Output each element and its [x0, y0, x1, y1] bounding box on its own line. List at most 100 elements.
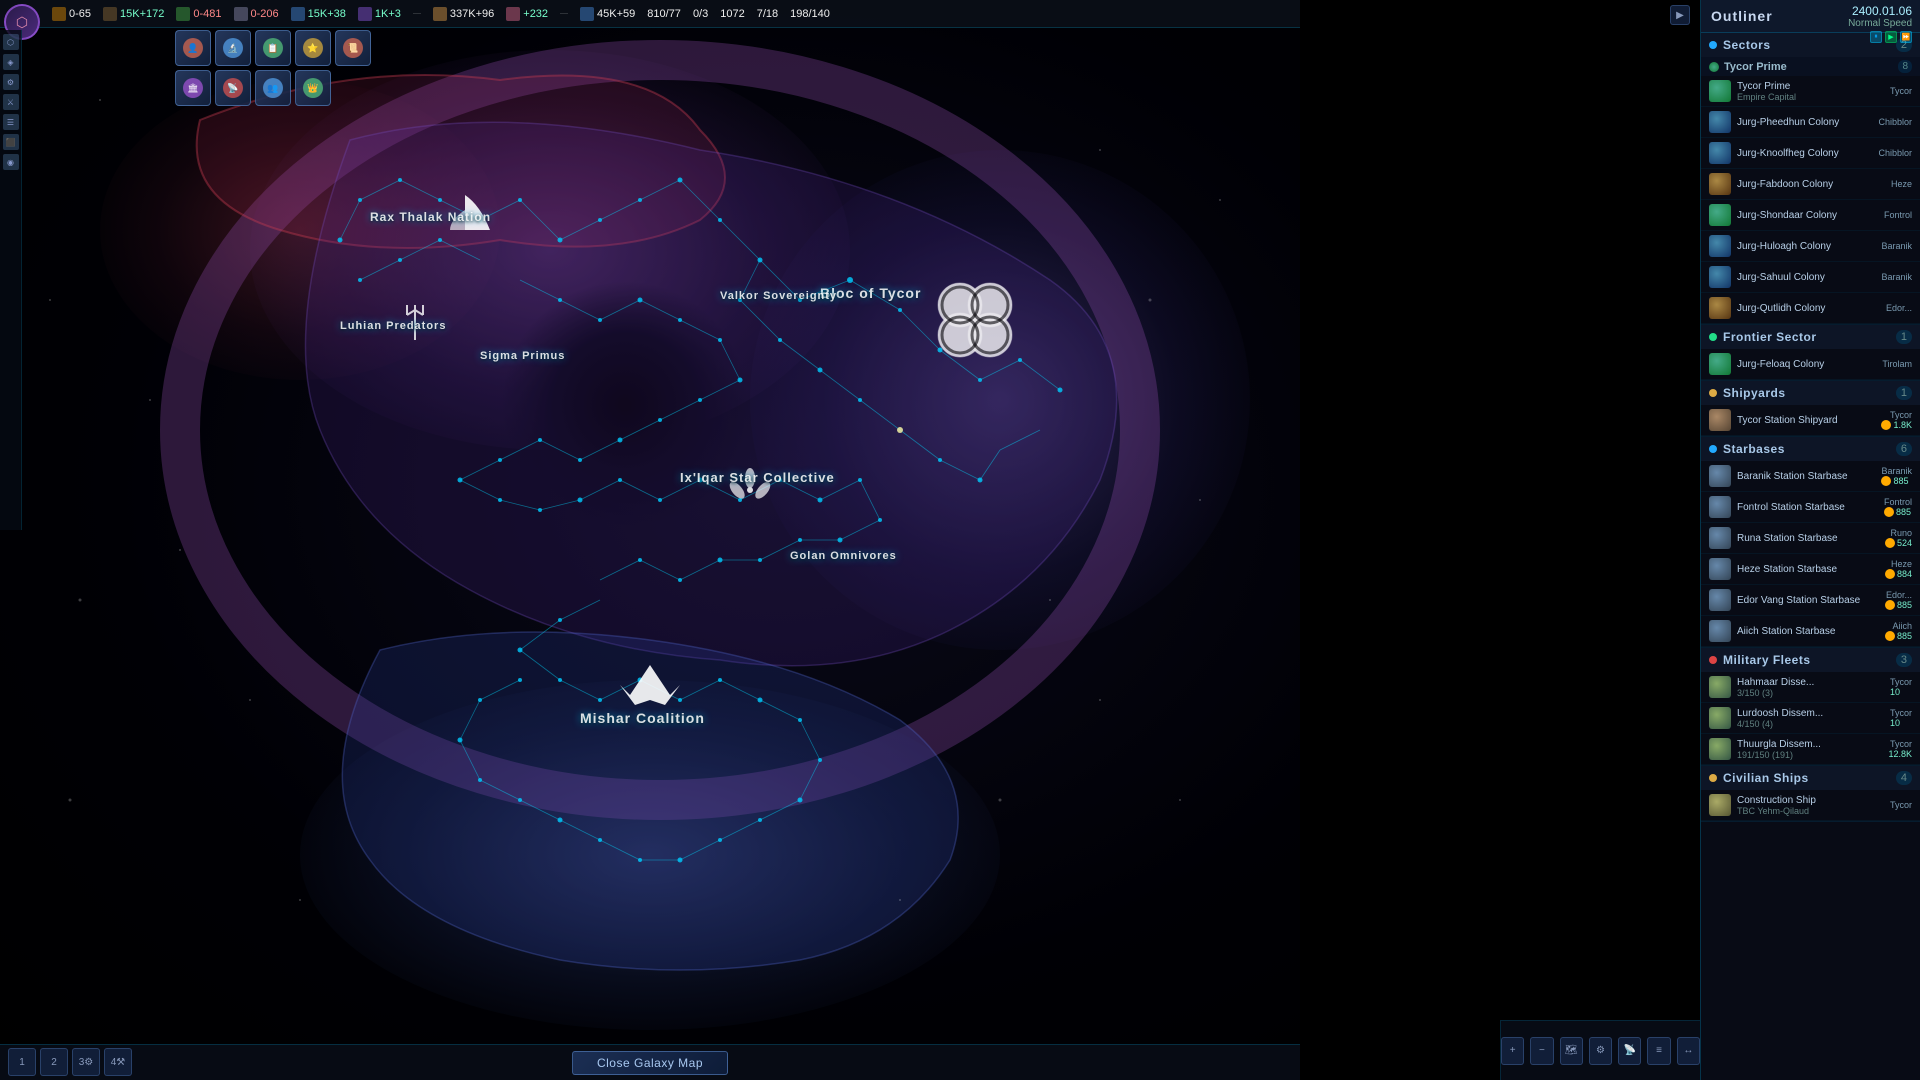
action-btn-policies[interactable]: 📋: [255, 30, 291, 66]
resource-alloys: 15K+38: [291, 7, 346, 21]
jurg-fabdoon-location: Heze: [1891, 179, 1912, 189]
action-btn-contacts[interactable]: 📡: [215, 70, 251, 106]
map-view-btn-2[interactable]: 2: [40, 1048, 68, 1076]
action-btn-empire[interactable]: 🏛: [175, 70, 211, 106]
resource-minerals: 15K+172: [103, 7, 164, 21]
jurg-qutlidh-icon: [1709, 297, 1731, 319]
toolbar-icon-6[interactable]: ⬛: [3, 134, 19, 150]
minimap-zoom-out[interactable]: −: [1530, 1037, 1553, 1065]
tycor-prime-subheader[interactable]: Tycor Prime 8: [1701, 57, 1920, 76]
frontier-dot: [1709, 333, 1717, 341]
toolbar-icon-7[interactable]: ◉: [3, 154, 19, 170]
tycor-shipyard-right: Tycor 1.8K: [1881, 410, 1912, 430]
close-galaxy-map-button[interactable]: Close Galaxy Map: [572, 1051, 728, 1075]
expand-btn[interactable]: ↔: [1677, 1037, 1700, 1065]
outliner-item-tycor-prime-capital[interactable]: Tycor Prime Empire Capital Tycor: [1701, 76, 1920, 107]
outliner-item-thuurgla[interactable]: Thuurgla Dissem... 191/150 (191) Tycor 1…: [1701, 734, 1920, 765]
action-btn-population[interactable]: 👤: [175, 30, 211, 66]
outliner-item-jurg-knoolfheg[interactable]: Jurg-Knoolfheg Colony Chibblor: [1701, 138, 1920, 169]
outliner-item-jurg-sahuul[interactable]: Jurg-Sahuul Colony Baranik: [1701, 262, 1920, 293]
jurg-sahuul-icon: [1709, 266, 1731, 288]
outliner-item-jurg-feloaq[interactable]: Jurg-Feloaq Colony Tirolam: [1701, 349, 1920, 380]
resource-fleets-count: 0/3: [693, 8, 708, 20]
speed-display: Normal Speed: [1848, 18, 1912, 29]
tycor-prime-capital-info: Tycor Prime Empire Capital: [1737, 81, 1884, 102]
action-btn-leaders[interactable]: 👑: [295, 70, 331, 106]
contacts-btn[interactable]: 📡: [1618, 1037, 1641, 1065]
heze-station-right: Heze 884: [1885, 559, 1912, 579]
energy-icon: [52, 7, 66, 21]
leaders-icon: 👑: [303, 78, 323, 98]
outliner-item-runa-station[interactable]: Runa Station Starbase Runo 524: [1701, 523, 1920, 554]
outliner-item-jurg-shondaar[interactable]: Jurg-Shondaar Colony Fontrol: [1701, 200, 1920, 231]
outliner-item-jurg-huloagh[interactable]: Jurg-Huloagh Colony Baranik: [1701, 231, 1920, 262]
influence-value: +232: [523, 8, 548, 20]
toolbar-icon-5[interactable]: ☰: [3, 114, 19, 130]
outliner-item-fontrol-station[interactable]: Fontrol Station Starbase Fontrol 885: [1701, 492, 1920, 523]
jurg-knoolfheg-name: Jurg-Knoolfheg Colony: [1737, 148, 1872, 159]
military-dot: [1709, 656, 1717, 664]
jurg-feloaq-info: Jurg-Feloaq Colony: [1737, 359, 1876, 370]
speed-pause-btn[interactable]: ⏸: [1870, 31, 1882, 43]
starbases-count: 6: [1896, 442, 1912, 456]
outliner-section-sectors: Sectors 2 Tycor Prime 8 Tycor Prime Empi…: [1701, 33, 1920, 325]
frontier-section-header[interactable]: Frontier Sector 1: [1701, 325, 1920, 349]
outliner-item-construction-ship[interactable]: Construction Ship TBC Yehm-Qilaud Tycor: [1701, 790, 1920, 821]
jurg-feloaq-name: Jurg-Feloaq Colony: [1737, 359, 1876, 370]
minimap-zoom-in[interactable]: +: [1501, 1037, 1524, 1065]
toolbar-icon-1[interactable]: ⬡: [3, 34, 19, 50]
outliner-item-jurg-fabdoon[interactable]: Jurg-Fabdoon Colony Heze: [1701, 169, 1920, 200]
action-btn-factions[interactable]: 👥: [255, 70, 291, 106]
toolbar-icon-2[interactable]: ◈: [3, 54, 19, 70]
shipyards-dot: [1709, 389, 1717, 397]
speed-play-btn[interactable]: ▶: [1885, 31, 1897, 43]
resource-fleet-power: 45K+59: [580, 7, 635, 21]
military-section-header[interactable]: Military Fleets 3: [1701, 648, 1920, 672]
jurg-knoolfheg-info: Jurg-Knoolfheg Colony: [1737, 148, 1872, 159]
map-settings-btn[interactable]: ⚙: [1589, 1037, 1612, 1065]
jurg-qutlidh-info: Jurg-Qutlidh Colony: [1737, 303, 1880, 314]
map-view-btn-4[interactable]: 4⚒: [104, 1048, 132, 1076]
empire-action-icon: 🏛: [183, 78, 203, 98]
toolbar-icon-4[interactable]: ⚔: [3, 94, 19, 110]
map-view-btn-3[interactable]: 3⚙: [72, 1048, 100, 1076]
military-title: Military Fleets: [1723, 653, 1811, 667]
construction-ship-right: Tycor: [1890, 800, 1912, 810]
hahmaar-fleet-name: Hahmaar Disse...: [1737, 677, 1884, 688]
outliner-toggle-btn[interactable]: ≡: [1647, 1037, 1670, 1065]
action-btn-traditions[interactable]: ⭐: [295, 30, 331, 66]
outliner-item-baranik-station[interactable]: Baranik Station Starbase Baranik 885: [1701, 461, 1920, 492]
map-filter-btn[interactable]: 🗺: [1560, 1037, 1583, 1065]
outliner-item-jurg-qutlidh[interactable]: Jurg-Qutlidh Colony Edor...: [1701, 293, 1920, 324]
speed-fast-btn[interactable]: ⏩: [1900, 31, 1912, 43]
map-view-btn-1[interactable]: 1: [8, 1048, 36, 1076]
shipyards-section-header[interactable]: Shipyards 1: [1701, 381, 1920, 405]
civilian-section-header[interactable]: Civilian Ships 4: [1701, 766, 1920, 790]
civilian-count: 4: [1896, 771, 1912, 785]
action-btn-edicts[interactable]: 📜: [335, 30, 371, 66]
outliner-item-jurg-pheedhun[interactable]: Jurg-Pheedhun Colony Chibblor: [1701, 107, 1920, 138]
jurg-fabdoon-name: Jurg-Fabdoon Colony: [1737, 179, 1885, 190]
jurg-shondaar-name: Jurg-Shondaar Colony: [1737, 210, 1878, 221]
thuurgla-fleet-name: Thuurgla Dissem...: [1737, 739, 1882, 750]
action-btn-research[interactable]: 🔬: [215, 30, 251, 66]
outliner-item-aiich-station[interactable]: Aiich Station Starbase Aiich 885: [1701, 616, 1920, 647]
baranik-station-icon: [1709, 465, 1731, 487]
jurg-sahuul-info: Jurg-Sahuul Colony: [1737, 272, 1875, 283]
energy-value: 0-65: [69, 8, 91, 20]
outliner-item-tycor-shipyard[interactable]: Tycor Station Shipyard Tycor 1.8K: [1701, 405, 1920, 436]
outliner-item-lurdoosh[interactable]: Lurdoosh Dissem... 4/150 (4) Tycor 10: [1701, 703, 1920, 734]
resource-influence: +232: [506, 7, 548, 21]
starbases-section-header[interactable]: Starbases 6: [1701, 437, 1920, 461]
outliner-section-shipyards: Shipyards 1 Tycor Station Shipyard Tycor…: [1701, 381, 1920, 437]
jurg-shondaar-location: Fontrol: [1884, 210, 1912, 220]
outliner-item-heze-station[interactable]: Heze Station Starbase Heze 884: [1701, 554, 1920, 585]
tycor-shipyard-value: 1.8K: [1893, 420, 1912, 430]
galaxy-map[interactable]: Bloc of Tycor Ix'Iqar Star Collective Mi…: [0, 0, 1300, 1080]
jurg-knoolfheg-icon: [1709, 142, 1731, 164]
fleets-count-value: 0/3: [693, 8, 708, 20]
scroll-right-btn[interactable]: ▶: [1670, 5, 1690, 25]
outliner-item-hahmaar[interactable]: Hahmaar Disse... 3/150 (3) Tycor 10: [1701, 672, 1920, 703]
outliner-item-edor-station[interactable]: Edor Vang Station Starbase Edor... 885: [1701, 585, 1920, 616]
toolbar-icon-3[interactable]: ⚙: [3, 74, 19, 90]
